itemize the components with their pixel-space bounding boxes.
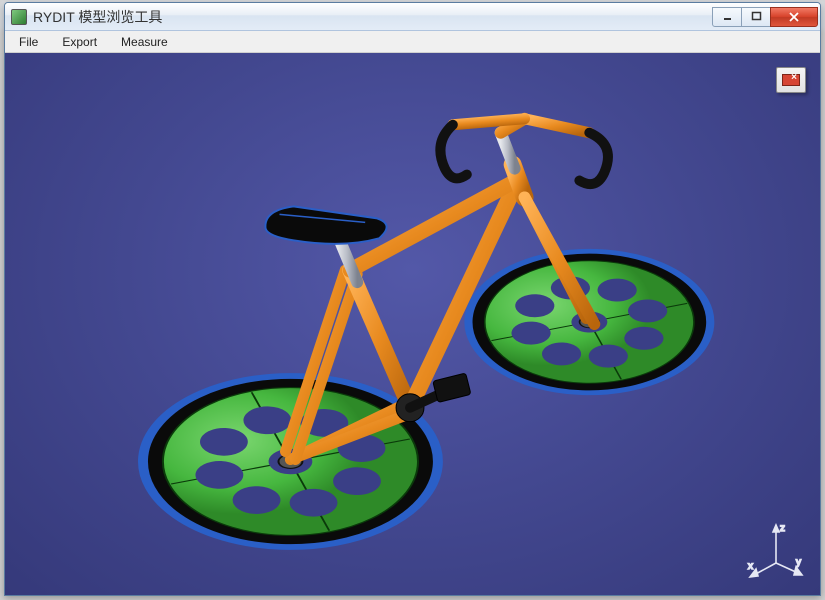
seat [265, 206, 386, 243]
crank-pedal [396, 373, 471, 422]
close-button[interactable] [770, 7, 818, 27]
axis-z-label: z [780, 523, 785, 534]
app-window: RYDIT 模型浏览工具 File Export Measure [4, 2, 821, 596]
window-title: RYDIT 模型浏览工具 [33, 7, 713, 27]
menubar: File Export Measure [5, 31, 820, 53]
bicycle-model [5, 53, 820, 595]
axis-x-label: x [748, 561, 753, 572]
panel-close-icon[interactable] [776, 67, 806, 93]
minimize-button[interactable] [712, 7, 742, 27]
menu-export[interactable]: Export [50, 32, 109, 52]
menu-measure[interactable]: Measure [109, 32, 180, 52]
axis-gizmo[interactable]: z x y [746, 521, 806, 581]
maximize-button[interactable] [741, 7, 771, 27]
3d-viewport[interactable]: z x y [5, 53, 820, 595]
axis-y-label: y [796, 557, 801, 568]
window-controls [713, 7, 818, 27]
menu-file[interactable]: File [7, 32, 50, 52]
app-icon [11, 9, 27, 25]
titlebar[interactable]: RYDIT 模型浏览工具 [5, 3, 820, 31]
